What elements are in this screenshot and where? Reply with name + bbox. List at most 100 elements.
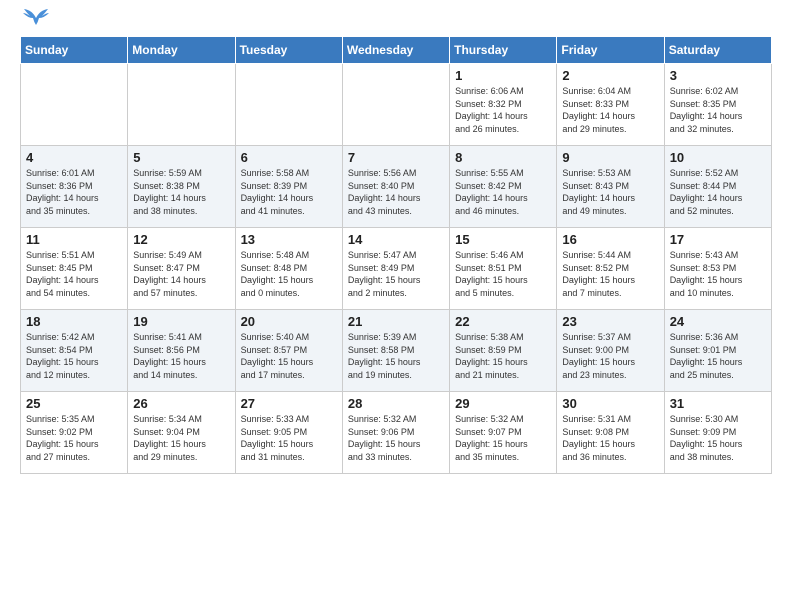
day-number: 4 <box>26 150 122 165</box>
day-number: 19 <box>133 314 229 329</box>
col-header-tuesday: Tuesday <box>235 37 342 64</box>
page: SundayMondayTuesdayWednesdayThursdayFrid… <box>0 0 792 490</box>
cell-info: Sunrise: 5:46 AM Sunset: 8:51 PM Dayligh… <box>455 249 551 299</box>
cell-info: Sunrise: 5:40 AM Sunset: 8:57 PM Dayligh… <box>241 331 337 381</box>
col-header-friday: Friday <box>557 37 664 64</box>
week-row-2: 4 Sunrise: 6:01 AM Sunset: 8:36 PM Daylig… <box>21 146 772 228</box>
week-row-3: 11 Sunrise: 5:51 AM Sunset: 8:45 PM Dayli… <box>21 228 772 310</box>
logo <box>20 16 50 26</box>
col-header-wednesday: Wednesday <box>342 37 449 64</box>
cell-info: Sunrise: 5:41 AM Sunset: 8:56 PM Dayligh… <box>133 331 229 381</box>
cell-1-7: 3Sunrise: 6:02 AM Sunset: 8:35 PM Daylig… <box>664 64 771 146</box>
calendar-table: SundayMondayTuesdayWednesdayThursdayFrid… <box>20 36 772 474</box>
cell-3-1: 11 Sunrise: 5:51 AM Sunset: 8:45 PM Dayli… <box>21 228 128 310</box>
day-number: 9 <box>562 150 658 165</box>
cell-info: Sunrise: 5:31 AM Sunset: 9:08 PM Dayligh… <box>562 413 658 463</box>
day-number: 18 <box>26 314 122 329</box>
cell-4-6: 23 Sunrise: 5:37 AM Sunset: 9:00 PM Dayli… <box>557 310 664 392</box>
day-number: 29 <box>455 396 551 411</box>
cell-info: Sunrise: 5:53 AM Sunset: 8:43 PM Dayligh… <box>562 167 658 217</box>
day-number: 26 <box>133 396 229 411</box>
day-number: 17 <box>670 232 766 247</box>
cell-info: Sunrise: 5:37 AM Sunset: 9:00 PM Dayligh… <box>562 331 658 381</box>
cell-5-7: 31 Sunrise: 5:30 AM Sunset: 9:09 PM Dayli… <box>664 392 771 474</box>
day-number: 15 <box>455 232 551 247</box>
header-row: SundayMondayTuesdayWednesdayThursdayFrid… <box>21 37 772 64</box>
cell-1-5: 1 Sunrise: 6:06 AM Sunset: 8:32 PM Daylig… <box>450 64 557 146</box>
cell-5-3: 27Sunrise: 5:33 AM Sunset: 9:05 PM Dayli… <box>235 392 342 474</box>
day-number: 21 <box>348 314 444 329</box>
week-row-1: 1 Sunrise: 6:06 AM Sunset: 8:32 PM Daylig… <box>21 64 772 146</box>
cell-5-1: 25 Sunrise: 5:35 AM Sunset: 9:02 PM Dayli… <box>21 392 128 474</box>
cell-3-2: 12 Sunrise: 5:49 AM Sunset: 8:47 PM Dayli… <box>128 228 235 310</box>
day-number: 28 <box>348 396 444 411</box>
day-number: 23 <box>562 314 658 329</box>
cell-5-2: 26 Sunrise: 5:34 AM Sunset: 9:04 PM Dayli… <box>128 392 235 474</box>
cell-info: Sunrise: 5:51 AM Sunset: 8:45 PM Dayligh… <box>26 249 122 299</box>
cell-info: Sunrise: 5:43 AM Sunset: 8:53 PM Dayligh… <box>670 249 766 299</box>
col-header-thursday: Thursday <box>450 37 557 64</box>
cell-2-1: 4 Sunrise: 6:01 AM Sunset: 8:36 PM Daylig… <box>21 146 128 228</box>
cell-2-4: 7 Sunrise: 5:56 AM Sunset: 8:40 PM Daylig… <box>342 146 449 228</box>
week-row-4: 18 Sunrise: 5:42 AM Sunset: 8:54 PM Dayli… <box>21 310 772 392</box>
cell-info: Sunrise: 5:48 AM Sunset: 8:48 PM Dayligh… <box>241 249 337 299</box>
cell-3-4: 14 Sunrise: 5:47 AM Sunset: 8:49 PM Dayli… <box>342 228 449 310</box>
cell-info: Sunrise: 5:32 AM Sunset: 9:07 PM Dayligh… <box>455 413 551 463</box>
week-row-5: 25 Sunrise: 5:35 AM Sunset: 9:02 PM Dayli… <box>21 392 772 474</box>
cell-info: Sunrise: 5:42 AM Sunset: 8:54 PM Dayligh… <box>26 331 122 381</box>
cell-1-3 <box>235 64 342 146</box>
cell-info: Sunrise: 5:47 AM Sunset: 8:49 PM Dayligh… <box>348 249 444 299</box>
day-number: 13 <box>241 232 337 247</box>
cell-4-2: 19 Sunrise: 5:41 AM Sunset: 8:56 PM Dayli… <box>128 310 235 392</box>
cell-1-2 <box>128 64 235 146</box>
cell-info: Sunrise: 5:35 AM Sunset: 9:02 PM Dayligh… <box>26 413 122 463</box>
cell-info: Sunrise: 5:34 AM Sunset: 9:04 PM Dayligh… <box>133 413 229 463</box>
cell-5-4: 28 Sunrise: 5:32 AM Sunset: 9:06 PM Dayli… <box>342 392 449 474</box>
cell-2-6: 9 Sunrise: 5:53 AM Sunset: 8:43 PM Daylig… <box>557 146 664 228</box>
day-number: 11 <box>26 232 122 247</box>
cell-2-5: 8Sunrise: 5:55 AM Sunset: 8:42 PM Daylig… <box>450 146 557 228</box>
cell-2-2: 5Sunrise: 5:59 AM Sunset: 8:38 PM Daylig… <box>128 146 235 228</box>
day-number: 14 <box>348 232 444 247</box>
cell-info: Sunrise: 5:55 AM Sunset: 8:42 PM Dayligh… <box>455 167 551 217</box>
cell-4-1: 18 Sunrise: 5:42 AM Sunset: 8:54 PM Dayli… <box>21 310 128 392</box>
cell-3-6: 16Sunrise: 5:44 AM Sunset: 8:52 PM Dayli… <box>557 228 664 310</box>
cell-info: Sunrise: 6:01 AM Sunset: 8:36 PM Dayligh… <box>26 167 122 217</box>
day-number: 6 <box>241 150 337 165</box>
cell-5-5: 29 Sunrise: 5:32 AM Sunset: 9:07 PM Dayli… <box>450 392 557 474</box>
cell-info: Sunrise: 6:02 AM Sunset: 8:35 PM Dayligh… <box>670 85 766 135</box>
day-number: 7 <box>348 150 444 165</box>
day-number: 27 <box>241 396 337 411</box>
day-number: 12 <box>133 232 229 247</box>
cell-info: Sunrise: 5:52 AM Sunset: 8:44 PM Dayligh… <box>670 167 766 217</box>
cell-5-6: 30 Sunrise: 5:31 AM Sunset: 9:08 PM Dayli… <box>557 392 664 474</box>
day-number: 22 <box>455 314 551 329</box>
day-number: 25 <box>26 396 122 411</box>
day-number: 24 <box>670 314 766 329</box>
cell-3-7: 17 Sunrise: 5:43 AM Sunset: 8:53 PM Dayli… <box>664 228 771 310</box>
cell-4-5: 22Sunrise: 5:38 AM Sunset: 8:59 PM Dayli… <box>450 310 557 392</box>
header <box>20 16 772 26</box>
cell-3-5: 15 Sunrise: 5:46 AM Sunset: 8:51 PM Dayli… <box>450 228 557 310</box>
cell-3-3: 13 Sunrise: 5:48 AM Sunset: 8:48 PM Dayli… <box>235 228 342 310</box>
cell-4-3: 20Sunrise: 5:40 AM Sunset: 8:57 PM Dayli… <box>235 310 342 392</box>
cell-1-6: 2Sunrise: 6:04 AM Sunset: 8:33 PM Daylig… <box>557 64 664 146</box>
day-number: 1 <box>455 68 551 83</box>
cell-info: Sunrise: 5:39 AM Sunset: 8:58 PM Dayligh… <box>348 331 444 381</box>
cell-info: Sunrise: 5:49 AM Sunset: 8:47 PM Dayligh… <box>133 249 229 299</box>
cell-info: Sunrise: 5:58 AM Sunset: 8:39 PM Dayligh… <box>241 167 337 217</box>
cell-info: Sunrise: 6:06 AM Sunset: 8:32 PM Dayligh… <box>455 85 551 135</box>
cell-1-1 <box>21 64 128 146</box>
cell-info: Sunrise: 5:56 AM Sunset: 8:40 PM Dayligh… <box>348 167 444 217</box>
cell-info: Sunrise: 5:32 AM Sunset: 9:06 PM Dayligh… <box>348 413 444 463</box>
day-number: 30 <box>562 396 658 411</box>
day-number: 31 <box>670 396 766 411</box>
cell-4-4: 21 Sunrise: 5:39 AM Sunset: 8:58 PM Dayli… <box>342 310 449 392</box>
cell-info: Sunrise: 5:30 AM Sunset: 9:09 PM Dayligh… <box>670 413 766 463</box>
day-number: 16 <box>562 232 658 247</box>
cell-info: Sunrise: 5:36 AM Sunset: 9:01 PM Dayligh… <box>670 331 766 381</box>
col-header-saturday: Saturday <box>664 37 771 64</box>
cell-1-4 <box>342 64 449 146</box>
cell-info: Sunrise: 5:59 AM Sunset: 8:38 PM Dayligh… <box>133 167 229 217</box>
day-number: 2 <box>562 68 658 83</box>
